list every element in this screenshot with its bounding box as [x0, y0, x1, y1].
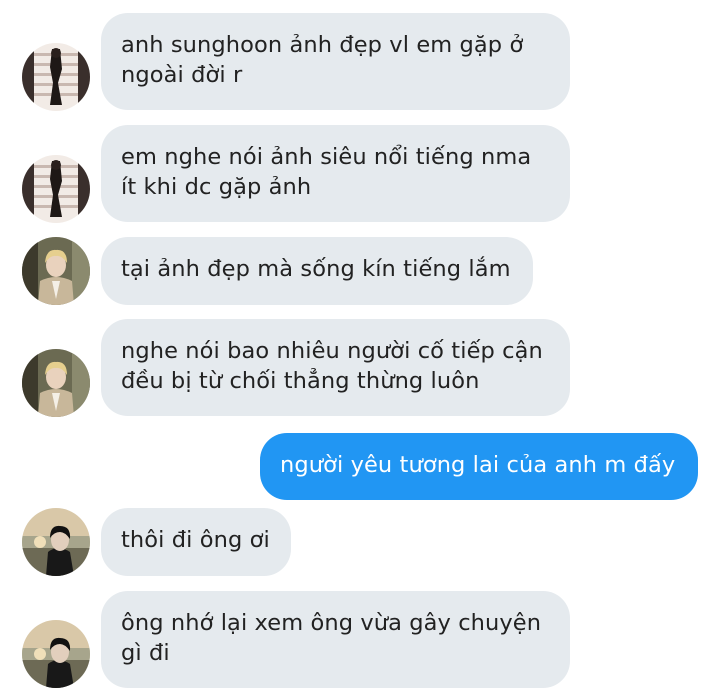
message-bubble[interactable]: tại ảnh đẹp mà sống kín tiếng lắm [101, 237, 533, 305]
avatar-c-icon [22, 508, 90, 576]
avatar[interactable] [22, 620, 90, 688]
avatar-a-icon [22, 155, 90, 223]
message-bubble[interactable]: ông nhớ lại xem ông vừa gây chuyện gì đi [101, 591, 570, 688]
avatar-b-icon [22, 349, 90, 417]
avatar[interactable] [22, 43, 90, 111]
message-bubble[interactable]: thôi đi ông ơi [101, 508, 291, 576]
message-bubble[interactable]: anh sunghoon ảnh đẹp vl em gặp ở ngoài đ… [101, 13, 570, 110]
avatar-c-icon [22, 620, 90, 688]
message-bubble[interactable]: em nghe nói ảnh siêu nổi tiếng nma ít kh… [101, 125, 570, 222]
message-bubble[interactable]: nghe nói bao nhiêu người cố tiếp cận đều… [101, 319, 570, 416]
avatar[interactable] [22, 508, 90, 576]
avatar[interactable] [22, 349, 90, 417]
avatar-b-icon [22, 237, 90, 305]
avatar[interactable] [22, 155, 90, 223]
avatar[interactable] [22, 237, 90, 305]
message-bubble-outgoing[interactable]: người yêu tương lai của anh m đấy [260, 433, 698, 500]
avatar-a-icon [22, 43, 90, 111]
